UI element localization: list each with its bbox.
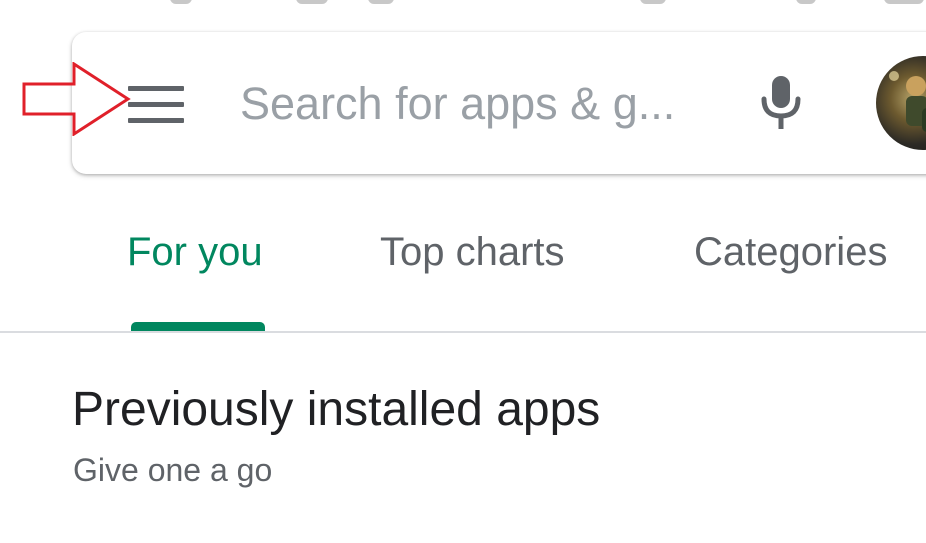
- status-bar-remnant: [368, 0, 394, 4]
- status-bar-remnant: [796, 0, 816, 4]
- section-subtitle: Give one a go: [73, 452, 273, 488]
- play-store-home: For you Top charts Categories Previously…: [0, 0, 926, 543]
- status-bar-remnant: [640, 0, 666, 4]
- search-input[interactable]: [230, 72, 730, 136]
- microphone-icon[interactable]: [745, 66, 817, 138]
- status-bar-remnant: [296, 0, 328, 4]
- tab-top-charts[interactable]: Top charts: [380, 230, 565, 275]
- top-tabs: For you Top charts Categories: [0, 200, 926, 332]
- hamburger-menu-icon[interactable]: [122, 78, 190, 130]
- section-title: Previously installed apps: [72, 383, 601, 436]
- menu-bar-line: [128, 118, 184, 123]
- tab-for-you[interactable]: For you: [127, 230, 263, 275]
- microphone-icon-svg: [761, 76, 801, 129]
- status-bar-remnant: [170, 0, 192, 4]
- tabs-divider: [0, 331, 926, 333]
- tab-categories[interactable]: Categories: [694, 230, 887, 275]
- status-bar-remnant: [884, 0, 924, 4]
- menu-bar-line: [128, 102, 184, 107]
- menu-bar-line: [128, 86, 184, 91]
- red-outline-arrow-icon: [22, 62, 131, 136]
